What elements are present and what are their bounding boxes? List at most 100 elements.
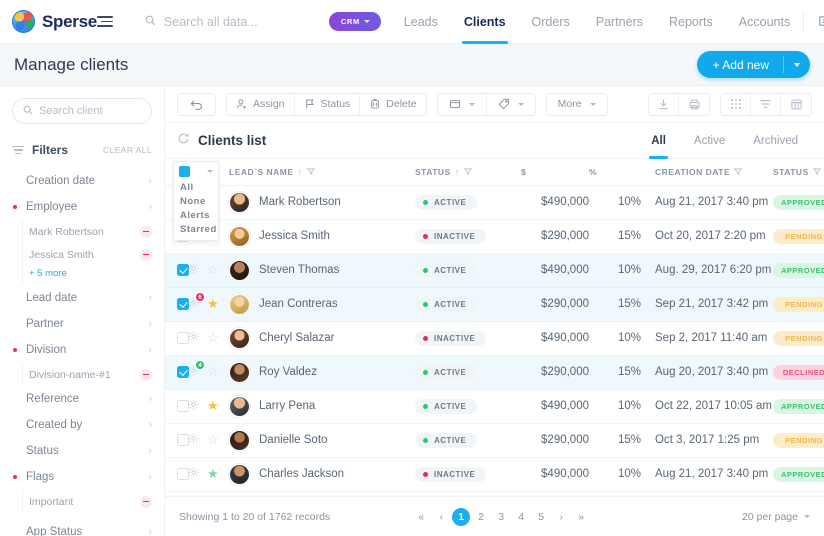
status-button[interactable]: Status (295, 93, 361, 115)
nav-item-accounts[interactable]: Accounts (726, 0, 803, 44)
alert-gear-icon[interactable] (187, 398, 200, 411)
row-star-cell[interactable]: ★ (207, 389, 229, 424)
page-1[interactable]: 1 (452, 507, 471, 526)
row-name-cell[interactable]: Jessica Smith (229, 219, 415, 254)
row-alert-cell[interactable]: 4 (187, 355, 207, 390)
nav-item-partners[interactable]: Partners (583, 0, 656, 44)
alert-gear-icon[interactable] (187, 330, 200, 343)
row-name-cell[interactable]: Jean Contreras (229, 287, 415, 322)
row-star-cell[interactable]: ★ (207, 287, 229, 322)
filter-group-status[interactable]: Status › (0, 438, 164, 464)
page-next[interactable]: › (552, 508, 570, 526)
header-percent-cell[interactable]: % (589, 159, 641, 186)
row-star-cell[interactable]: ★ (207, 457, 229, 492)
dropdown-option-none[interactable]: None (174, 194, 218, 208)
alert-gear-icon[interactable]: 4 (187, 360, 205, 377)
page-first[interactable]: « (412, 508, 430, 526)
clear-all-button[interactable]: CLEAR ALL (103, 145, 152, 155)
filter-funnel-icon[interactable] (306, 168, 315, 176)
table-row[interactable]: ☆ Jessica Smith INACTIVE $290,000 15% Oc… (165, 219, 824, 254)
print-icon[interactable] (679, 94, 709, 115)
row-alert-cell[interactable] (187, 457, 207, 492)
filter-group-lead-date[interactable]: Lead date › (0, 285, 164, 311)
filter-funnel-icon[interactable] (463, 168, 472, 176)
hamburger-menu-icon[interactable] (96, 16, 113, 27)
add-new-button[interactable]: + Add new (696, 51, 810, 78)
table-row[interactable]: ★ Larry Pena ACTIVE $490,000 10% Oct 22,… (165, 389, 824, 424)
alert-gear-icon[interactable] (187, 432, 200, 445)
select-all-dropdown[interactable]: All None Alerts Starred (173, 161, 219, 241)
filter-group-employee[interactable]: Employee › (0, 194, 164, 220)
row-select-cell[interactable] (165, 355, 189, 390)
row-select-cell[interactable] (165, 423, 189, 458)
star-icon[interactable]: ☆ (207, 364, 219, 379)
table-row[interactable]: 4 ☆ Roy Valdez ACTIVE $290,000 15% Aug 2… (165, 355, 824, 390)
delete-button[interactable]: Delete (360, 94, 425, 115)
grid-view-icon[interactable] (721, 93, 751, 115)
refresh-icon[interactable] (177, 132, 190, 150)
header-date-cell[interactable]: CREATION DATE (641, 159, 773, 186)
tag-dropdown-button[interactable] (487, 94, 535, 115)
header-name-cell[interactable]: LEAD`S NAME ↑ (229, 159, 415, 186)
chat-icon[interactable] (818, 14, 824, 29)
table-view-icon[interactable] (781, 94, 811, 115)
page-3[interactable]: 3 (492, 508, 510, 526)
row-alert-cell[interactable] (187, 321, 207, 356)
download-icon[interactable] (649, 93, 679, 115)
row-name-cell[interactable]: Mark Robertson (229, 185, 415, 220)
filter-group-flags[interactable]: Flags › (0, 464, 164, 490)
row-name-cell[interactable]: Larry Pena (229, 389, 415, 424)
star-icon[interactable]: ★ (207, 398, 219, 413)
row-select-cell[interactable] (165, 321, 189, 356)
nav-item-orders[interactable]: Orders (519, 0, 583, 44)
alert-gear-icon[interactable] (187, 466, 200, 479)
filter-funnel-icon[interactable] (734, 168, 743, 176)
filter-group-partner[interactable]: Partner › (0, 311, 164, 337)
row-select-cell[interactable] (165, 287, 189, 322)
add-new-dropdown[interactable] (784, 51, 810, 78)
show-more-employees-link[interactable]: + 5 more (0, 264, 164, 285)
row-select-cell[interactable] (165, 457, 189, 492)
table-row[interactable]: ★ Mark Robertson ACTIVE $490,000 10% Aug… (165, 185, 824, 220)
row-name-cell[interactable]: Danielle Soto (229, 423, 415, 458)
alert-gear-icon[interactable]: 6 (187, 292, 205, 309)
filter-group-creation-date[interactable]: Creation date › (0, 168, 164, 194)
sort-asc-icon[interactable]: ↑ (455, 167, 460, 177)
remove-filter-icon[interactable] (140, 248, 152, 261)
row-alert-cell[interactable] (187, 423, 207, 458)
select-all-toggle[interactable] (174, 162, 218, 180)
row-star-cell[interactable]: ☆ (207, 253, 229, 288)
nav-item-reports[interactable]: Reports (656, 0, 726, 44)
row-select-cell[interactable] (165, 389, 189, 424)
search-input[interactable] (163, 14, 314, 29)
nav-item-clients[interactable]: Clients (451, 0, 519, 44)
star-icon[interactable]: ★ (207, 466, 219, 481)
sort-asc-icon[interactable]: ↑ (298, 167, 303, 177)
filter-group-app-status[interactable]: App Status › (0, 519, 164, 536)
chevron-down-icon[interactable] (207, 170, 213, 173)
filter-group-reference[interactable]: Reference › (0, 386, 164, 412)
row-alert-cell[interactable] (187, 389, 207, 424)
star-icon[interactable]: ★ (207, 296, 219, 311)
dropdown-option-all[interactable]: All (174, 180, 218, 194)
row-name-cell[interactable]: Steven Thomas (229, 253, 415, 288)
row-star-cell[interactable]: ☆ (207, 355, 229, 390)
row-select-cell[interactable] (165, 253, 189, 288)
row-alert-cell[interactable]: 6 (187, 287, 207, 322)
row-name-cell[interactable]: Charles Jackson (229, 457, 415, 492)
tab-all[interactable]: All (637, 123, 680, 159)
table-row[interactable]: ☆ Cheryl Salazar INACTIVE $490,000 10% S… (165, 321, 824, 356)
brand-logo[interactable]: Sperse (0, 10, 97, 33)
header-approval-cell[interactable]: STATUS (773, 159, 824, 186)
header-status-cell[interactable]: STATUS ↑ (415, 159, 521, 186)
page-2[interactable]: 2 (472, 508, 490, 526)
select-all-checkbox[interactable] (179, 166, 190, 177)
row-star-cell[interactable]: ☆ (207, 321, 229, 356)
star-icon[interactable]: ☆ (207, 262, 219, 277)
alert-gear-icon[interactable] (187, 262, 200, 275)
page-4[interactable]: 4 (512, 508, 530, 526)
filter-funnel-icon[interactable] (812, 168, 821, 176)
remove-filter-icon[interactable] (140, 368, 152, 381)
filter-group-division[interactable]: Division › (0, 337, 164, 363)
remove-filter-icon[interactable] (140, 495, 152, 508)
